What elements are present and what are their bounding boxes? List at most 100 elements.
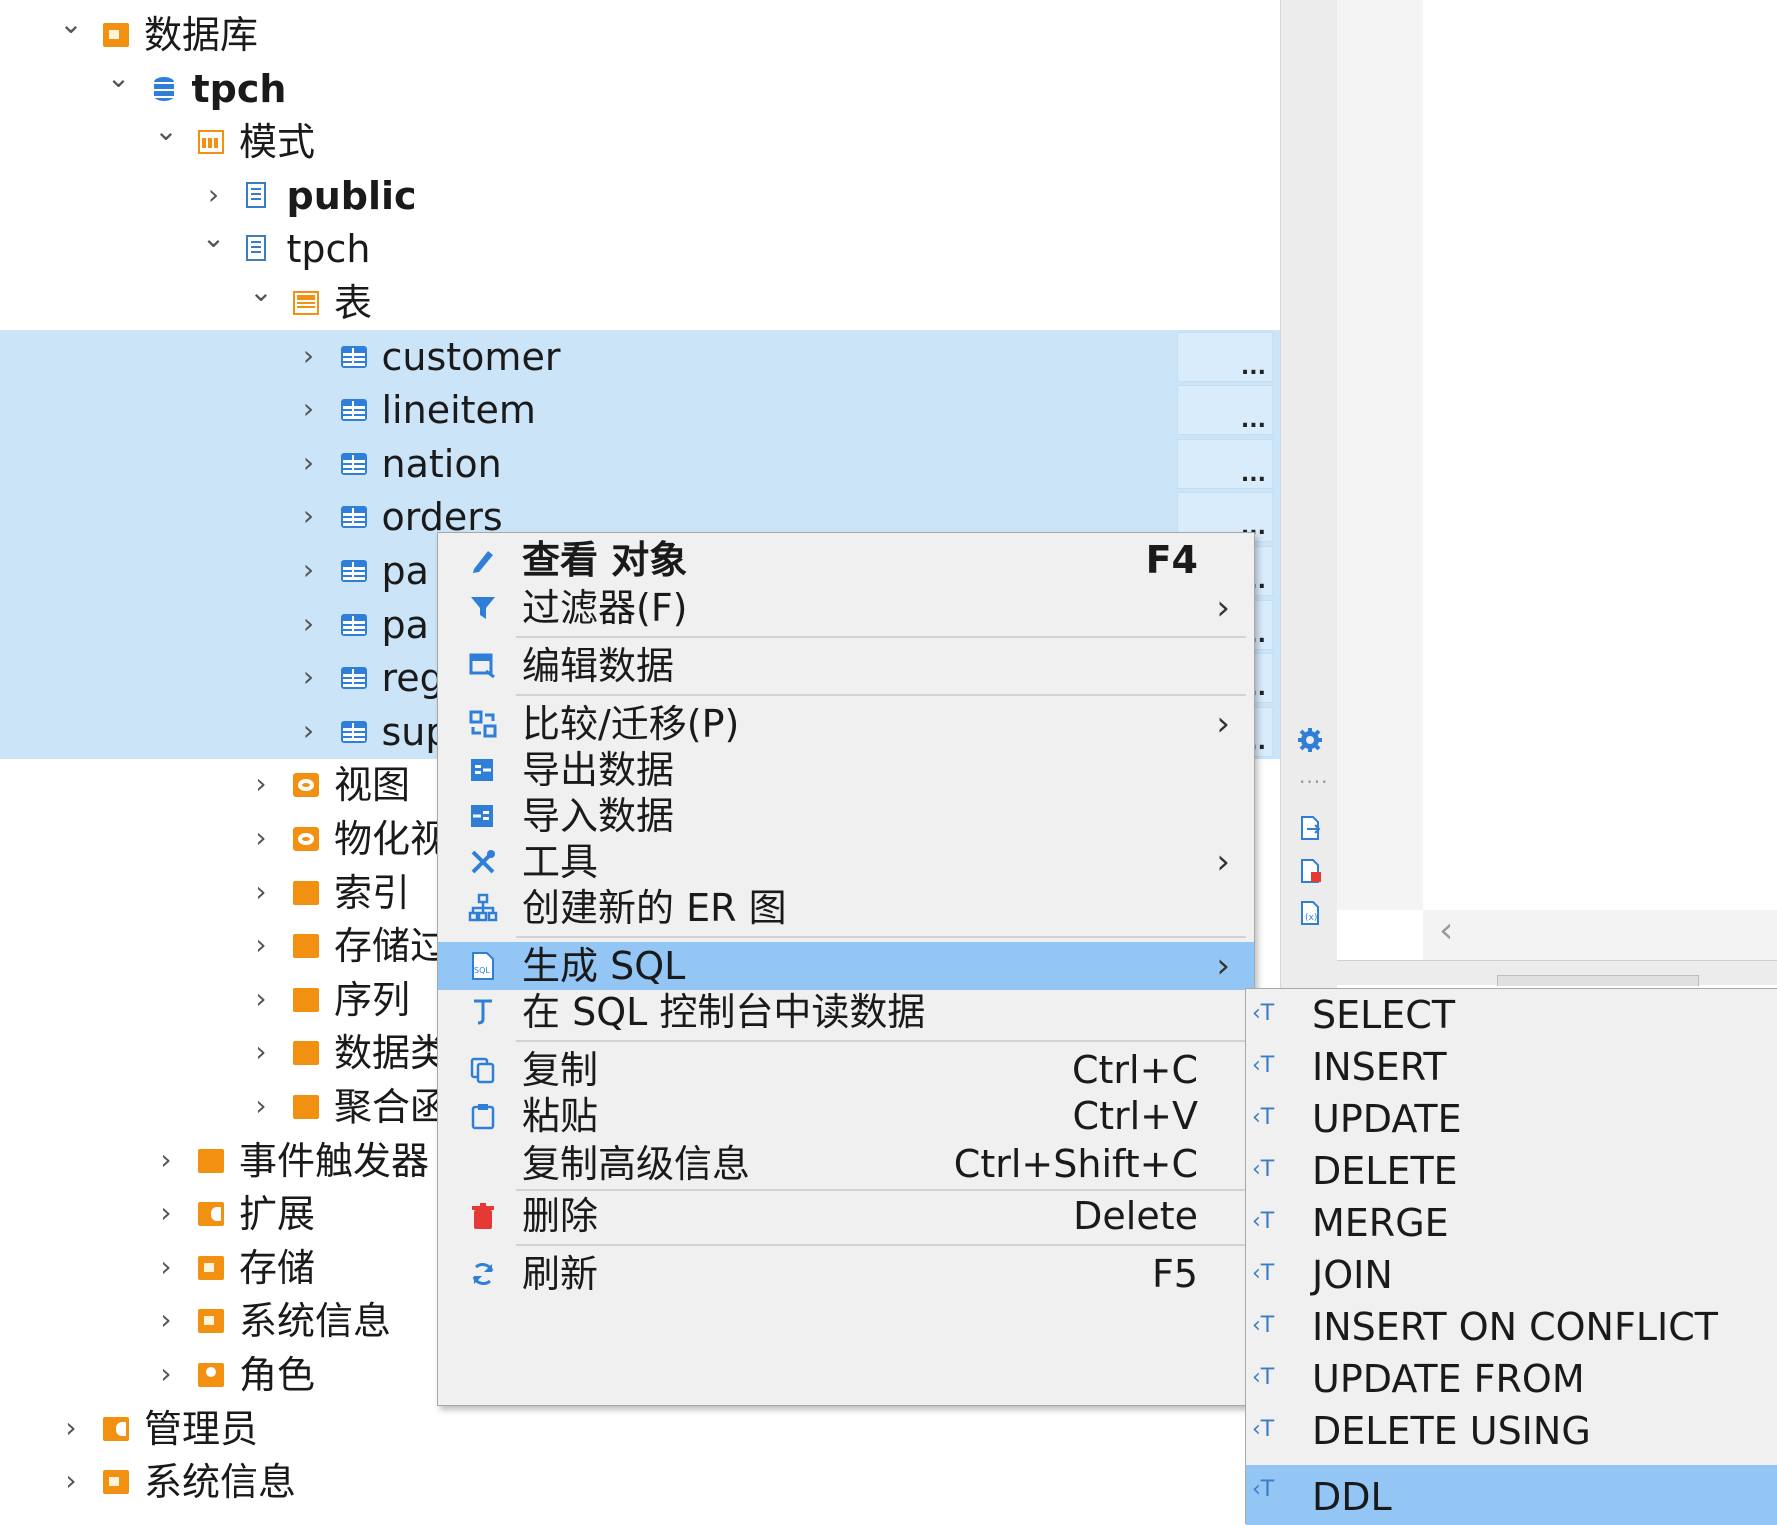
context-menu-item[interactable]: 导出数据 (438, 746, 1254, 794)
chevron-right-icon[interactable]: › (248, 1090, 274, 1122)
tree-node[interactable]: › lineitem... (0, 383, 1280, 438)
tree-node[interactable]: ⌄ 表 (0, 276, 1280, 330)
tree-node-label: 数据库 (144, 13, 259, 57)
chevron-down-icon[interactable]: ⌄ (248, 276, 274, 308)
variable-file-icon[interactable]: (x) (1297, 900, 1323, 926)
context-menu-item[interactable]: 编辑数据 (438, 642, 1254, 690)
chevron-right-icon[interactable]: › (248, 822, 274, 854)
chevron-right-icon[interactable]: › (58, 1411, 84, 1444)
tree-node-label: nation (381, 441, 502, 486)
chevron-right-icon[interactable]: › (201, 178, 227, 211)
tree-node-label: customer (381, 334, 561, 379)
submenu-item[interactable]: ‹T DDL (1246, 1465, 1777, 1525)
chevron-down-icon[interactable]: ⌄ (106, 61, 132, 94)
scroll-left-icon[interactable]: ‹ (1439, 910, 1453, 951)
tree-node[interactable]: › customer... (0, 329, 1280, 384)
sql-template-icon: ‹T (1252, 1261, 1275, 1286)
paste-icon (471, 1104, 495, 1130)
er-diagram-icon (468, 893, 498, 922)
tree-node-label: public (286, 173, 417, 218)
row-more-button[interactable]: ... (1177, 385, 1273, 436)
context-menu-item[interactable]: 粘贴 Ctrl+V (438, 1092, 1254, 1140)
context-menu-item[interactable]: 刷新 F5 (438, 1250, 1254, 1298)
filter-icon (471, 597, 495, 619)
table-icon (340, 720, 367, 743)
chevron-right-icon[interactable]: › (296, 500, 322, 532)
chevron-right-icon[interactable]: › (296, 393, 322, 425)
chevron-right-icon[interactable]: › (248, 929, 274, 961)
context-menu-item[interactable]: 导入数据 (438, 792, 1254, 840)
context-menu-item[interactable]: 比较/迁移(P) › (438, 700, 1254, 748)
chevron-right-icon[interactable]: › (153, 1304, 179, 1336)
chevron-right-icon[interactable]: › (296, 661, 322, 693)
submenu-item[interactable]: ‹T MERGE (1246, 1197, 1777, 1249)
export-data-icon (471, 759, 493, 781)
table-icon (340, 506, 367, 529)
chevron-right-icon[interactable]: › (248, 1036, 274, 1068)
chevron-right-icon[interactable]: › (153, 1143, 179, 1176)
chevron-right-icon[interactable]: › (248, 982, 274, 1015)
horizontal-scrollbar[interactable] (1423, 910, 1777, 960)
tree-node-label: 系统信息 (144, 1460, 297, 1505)
chevron-right-icon[interactable]: › (296, 339, 322, 372)
tree-node-label: tpch (286, 227, 371, 272)
more-dots-icon: ···· (1299, 770, 1329, 794)
context-menu-item[interactable]: 删除 Delete (438, 1192, 1254, 1240)
tree-node[interactable]: ⌄ tpch (0, 222, 1280, 276)
schemas-icon (198, 130, 224, 155)
shortcut-label: Ctrl+V (1072, 1094, 1198, 1138)
tree-node[interactable]: › public (0, 169, 1280, 223)
menu-separator (516, 1244, 1246, 1246)
chevron-right-icon[interactable]: › (296, 714, 322, 747)
table-icon (340, 560, 367, 582)
panel-tab[interactable] (1497, 975, 1699, 986)
chevron-right-icon[interactable]: › (296, 554, 322, 586)
tree-node[interactable]: › 系统信息 (0, 1455, 1280, 1509)
tree-node[interactable]: ⌄ 数据库 (0, 8, 1280, 62)
chevron-right-icon[interactable]: › (58, 1465, 84, 1497)
chevron-down-icon[interactable]: ⌄ (58, 8, 84, 40)
context-menu-item[interactable]: 工具 › (438, 838, 1254, 886)
submenu-item[interactable]: ‹T UPDATE FROM (1246, 1353, 1777, 1405)
context-menu-item[interactable]: 复制高级信息 Ctrl+Shift+C (438, 1140, 1254, 1188)
submenu-item[interactable]: ‹T UPDATE (1246, 1093, 1777, 1145)
row-more-button[interactable]: ... (1177, 331, 1273, 382)
context-menu-item[interactable]: 查看 对象 F4 (438, 536, 1254, 584)
chevron-right-icon[interactable]: › (153, 1197, 179, 1229)
submenu-item[interactable]: ‹T SELECT (1246, 989, 1777, 1041)
submenu-label: INSERT (1312, 1045, 1447, 1089)
chevron-right-icon[interactable]: › (153, 1358, 179, 1390)
error-file-icon[interactable] (1297, 858, 1323, 884)
tree-node[interactable]: › 管理员 (0, 1402, 1280, 1456)
context-menu-item[interactable]: 过滤器(F) › (438, 584, 1254, 632)
submenu-item[interactable]: ‹T INSERT ON CONFLICT (1246, 1301, 1777, 1353)
gear-icon[interactable] (1297, 727, 1323, 753)
context-menu-item[interactable]: 在 SQL 控制台中读数据 (438, 988, 1254, 1036)
chevron-down-icon[interactable]: ⌄ (153, 115, 179, 147)
chevron-right-icon[interactable]: › (248, 875, 274, 908)
context-menu-label: 导入数据 (522, 794, 675, 838)
chevron-down-icon[interactable]: ⌄ (201, 222, 227, 254)
chevron-right-icon[interactable]: › (248, 768, 274, 800)
submenu-item[interactable]: ‹T DELETE (1246, 1145, 1777, 1197)
export-file-icon[interactable] (1297, 815, 1323, 841)
chevron-right-icon[interactable]: › (296, 446, 322, 479)
submenu-item[interactable]: ‹T DELETE USING (1246, 1405, 1777, 1457)
tree-node[interactable]: ⌄ tpch (0, 61, 1280, 116)
generate-sql-submenu: ‹T SELECT ‹T INSERT ‹T UPDATE ‹T DELETE ‹T MERGE ‹… (1245, 988, 1777, 1525)
context-menu-label: 工具 (522, 840, 599, 884)
copy-icon (470, 1057, 495, 1084)
tree-node[interactable]: › nation... (0, 436, 1280, 491)
context-menu-item[interactable]: 复制 Ctrl+C (438, 1046, 1254, 1094)
chevron-right-icon[interactable]: › (296, 607, 322, 640)
chevron-right-icon[interactable]: › (153, 1250, 179, 1283)
submenu-item[interactable]: ‹T JOIN (1246, 1249, 1777, 1301)
context-menu-label: 生成 SQL (522, 944, 686, 988)
sql-template-icon: ‹T (1252, 1477, 1275, 1502)
context-menu-item[interactable]: 创建新的 ER 图 (438, 884, 1254, 932)
context-menu-item[interactable]: SQL 生成 SQL › (438, 942, 1254, 990)
tree-node-label: 事件触发器 (239, 1138, 430, 1183)
submenu-item[interactable]: ‹T INSERT (1246, 1041, 1777, 1093)
row-more-button[interactable]: ... (1177, 438, 1273, 489)
tree-node[interactable]: ⌄ 模式 (0, 115, 1280, 169)
